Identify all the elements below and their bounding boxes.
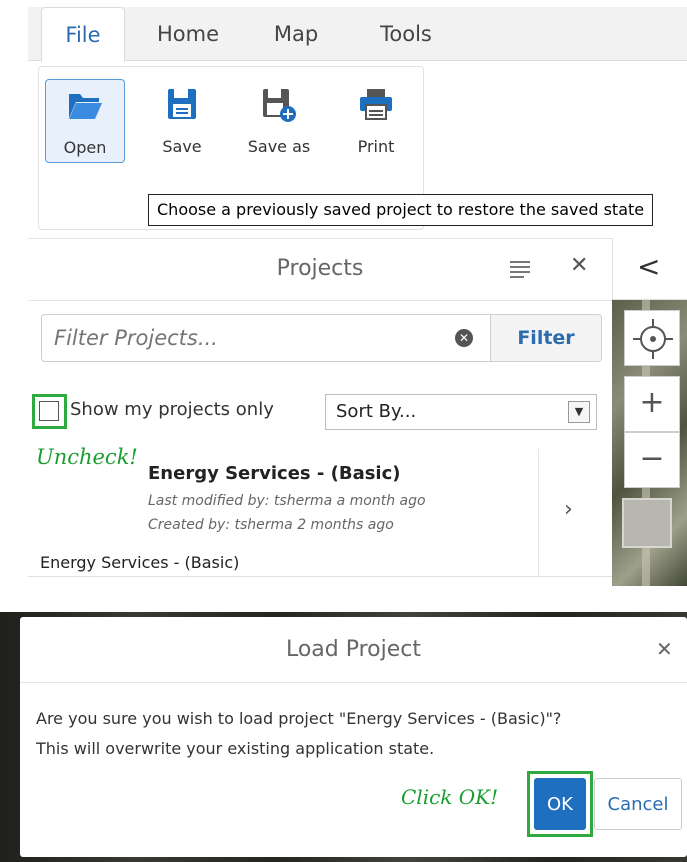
click-ok-annotation: Click OK!	[401, 785, 499, 809]
close-icon[interactable]: ✕	[656, 637, 673, 661]
chevron-left-icon: <	[637, 250, 661, 283]
uncheck-annotation: Uncheck!	[36, 445, 138, 469]
chevron-down-icon: ▼	[568, 401, 590, 423]
list-menu-icon[interactable]	[508, 257, 532, 281]
filter-projects-input[interactable]	[41, 314, 491, 362]
map-building	[622, 498, 672, 548]
tab-map[interactable]: Map	[252, 7, 340, 61]
save-as-button[interactable]: Save as	[239, 79, 319, 163]
tab-file[interactable]: File	[41, 7, 125, 62]
locate-button[interactable]	[624, 310, 680, 366]
plus-icon: +	[639, 385, 665, 420]
dialog-message-line1: Are you sure you wish to load project "E…	[36, 709, 562, 728]
open-tooltip: Choose a previously saved project to res…	[148, 194, 654, 226]
save-button[interactable]: Save	[142, 79, 222, 163]
projects-header: Projects ✕	[28, 239, 612, 301]
map-view[interactable]: < + −	[612, 238, 687, 586]
print-icon	[360, 89, 392, 120]
print-button[interactable]: Print	[336, 79, 416, 163]
project-created: Created by: tsherma 2 months ago	[148, 517, 394, 533]
tab-home[interactable]: Home	[138, 7, 238, 61]
filter-button[interactable]: Filter	[490, 314, 602, 362]
load-project-dialog: Load Project ✕ Are you sure you wish to …	[20, 617, 687, 857]
ribbon: File Home Map Tools Open Save Save as Pr…	[28, 0, 687, 235]
cancel-button[interactable]: Cancel	[594, 778, 682, 830]
show-my-projects-label[interactable]: Show my projects only	[70, 399, 274, 420]
folder-open-icon	[69, 94, 102, 119]
print-button-label: Print	[357, 137, 395, 156]
ok-button[interactable]: OK	[534, 778, 586, 830]
close-icon[interactable]: ✕	[570, 253, 588, 278]
project-title: Energy Services - (Basic)	[148, 463, 401, 484]
zoom-in-button[interactable]: +	[624, 376, 680, 432]
dialog-backdrop: Load Project ✕ Are you sure you wish to …	[0, 612, 687, 862]
show-my-projects-checkbox[interactable]	[39, 401, 59, 421]
project-name: Energy Services - (Basic)	[40, 553, 240, 572]
dialog-title: Load Project	[285, 637, 422, 662]
open-button-label: Open	[63, 138, 107, 157]
save-icon	[168, 89, 196, 119]
dialog-message-line2: This will overwrite your existing applic…	[36, 739, 435, 758]
ribbon-tab-bar: File Home Map Tools	[28, 7, 687, 62]
save-button-label: Save	[162, 137, 202, 156]
sort-by-value: Sort By...	[336, 401, 417, 422]
zoom-out-button[interactable]: −	[624, 432, 680, 488]
locate-icon	[633, 319, 673, 359]
tab-tools[interactable]: Tools	[356, 7, 456, 61]
chevron-right-icon[interactable]: ›	[564, 497, 573, 522]
save-as-icon	[263, 89, 296, 122]
sort-by-select[interactable]: Sort By... ▼	[325, 394, 597, 430]
project-last-modified: Last modified by: tsherma a month ago	[148, 493, 426, 509]
save-as-button-label: Save as	[247, 137, 311, 156]
collapse-panel-button[interactable]: <	[612, 238, 687, 300]
dialog-header: Load Project ✕	[20, 617, 687, 683]
clear-filter-icon[interactable]: ✕	[455, 329, 473, 347]
minus-icon: −	[639, 441, 665, 476]
item-divider	[538, 449, 539, 577]
open-button[interactable]: Open	[45, 79, 125, 163]
projects-panel: Projects ✕ ✕ Filter Show my projects onl…	[28, 238, 612, 586]
